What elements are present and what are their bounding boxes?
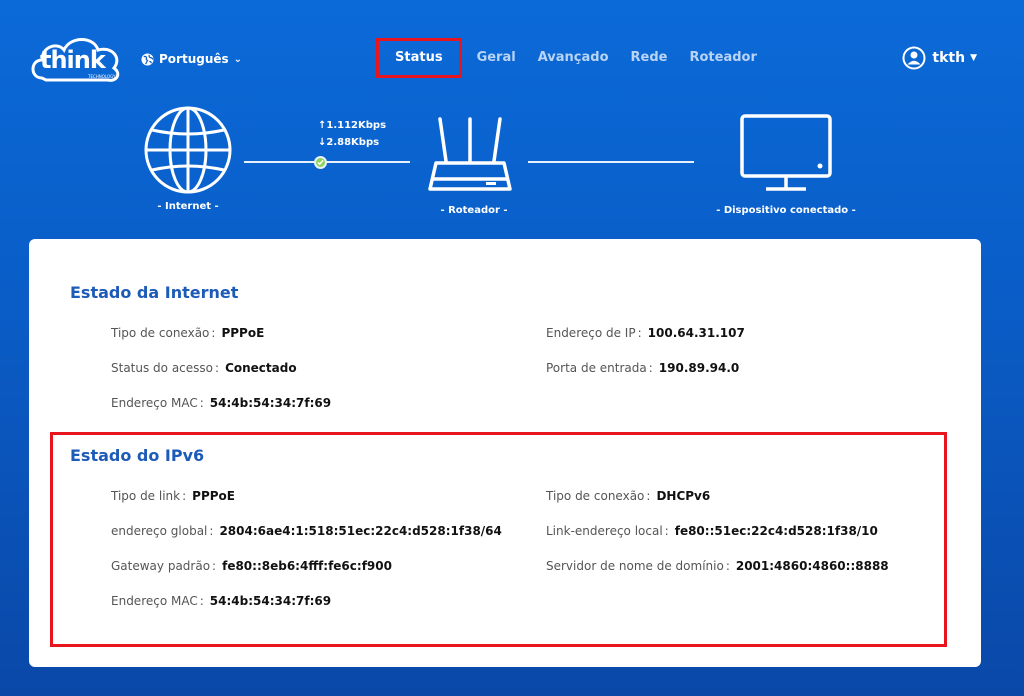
info-row: Servidor de nome de domínio: 2001:4860:4… [546,559,889,573]
info-label: Status do acesso [111,361,214,375]
internet-globe-icon[interactable] [144,106,232,194]
internet-router-link [244,161,410,163]
tab-rede[interactable]: Rede [620,38,679,78]
info-label: Tipo de conexão [546,489,645,503]
internet-status-title: Estado da Internet [70,283,239,302]
info-value: 2001:4860:4860::8888 [735,559,889,573]
caret-down-icon: ▼ [970,53,977,63]
tab-geral[interactable]: Geral [466,38,527,78]
info-label: Porta de entrada [546,361,647,375]
info-value: fe80::8eb6:4fff:fe6c:f900 [222,559,392,573]
info-label: endereço global [111,524,208,538]
info-label: Endereço MAC [111,594,198,608]
globe-icon [141,52,154,66]
info-row: Gateway padrão: fe80::8eb6:4fff:fe6c:f90… [111,559,392,573]
info-value: Conectado [225,361,297,375]
main-nav: Status Geral Avançado Rede Roteador [376,38,768,78]
info-label: Servidor de nome de domínio [546,559,724,573]
status-card: Estado da Internet Tipo de conexão: PPPo… [29,239,981,667]
device-label: - Dispositivo conectado - [716,205,856,216]
monitor-icon[interactable] [740,114,832,194]
info-value: 54:4b:54:34:7f:69 [209,594,332,608]
language-label: Português [159,52,229,66]
logo-subtext: TECHNOLOGY [88,74,116,79]
connection-ok-icon [314,156,327,169]
info-row: Status do acesso: Conectado [111,361,297,375]
user-icon [902,46,926,70]
router-device-link [528,161,694,163]
upload-speed: ↑1.112Kbps [318,120,387,131]
info-value: 2804:6ae4:1:518:51ec:22c4:d528:1f38/64 [219,524,502,538]
info-label: Endereço MAC [111,396,198,410]
info-value: 190.89.94.0 [658,361,740,375]
info-row: Tipo de conexão: DHCPv6 [546,489,711,503]
tab-status[interactable]: Status [376,38,462,78]
download-speed: ↓2.88Kbps [318,137,380,148]
info-label: Link-endereço local [546,524,663,538]
info-row: Endereço MAC: 54:4b:54:34:7f:69 [111,396,332,410]
info-row: Endereço de IP: 100.64.31.107 [546,326,745,340]
router-label: - Roteador - [440,205,508,216]
user-menu[interactable]: tkth ▼ [902,46,977,70]
info-row: Tipo de conexão: PPPoE [111,326,265,340]
info-value: PPPoE [192,489,235,503]
router-icon[interactable] [428,115,512,195]
info-label: Gateway padrão [111,559,211,573]
language-selector[interactable]: Português ⌄ [141,52,242,66]
info-label: Tipo de link [111,489,181,503]
username: tkth [932,50,966,66]
info-value: 100.64.31.107 [647,326,745,340]
info-value: fe80::51ec:22c4:d528:1f38/10 [674,524,878,538]
info-value: DHCPv6 [656,489,711,503]
internet-label: - Internet - [157,201,219,212]
info-row: Endereço MAC: 54:4b:54:34:7f:69 [111,594,332,608]
think-logo[interactable]: think TECHNOLOGY [28,28,124,88]
tab-avancado[interactable]: Avançado [527,38,620,78]
info-row: Porta de entrada: 190.89.94.0 [546,361,740,375]
chevron-down-icon: ⌄ [233,53,243,65]
info-label: Endereço de IP [546,326,636,340]
info-value: PPPoE [221,326,265,340]
info-label: Tipo de conexão [111,326,210,340]
info-value: 54:4b:54:34:7f:69 [209,396,332,410]
logo-text: think [40,46,106,74]
info-row: Link-endereço local: fe80::51ec:22c4:d52… [546,524,878,538]
tab-roteador[interactable]: Roteador [678,38,767,78]
info-row: endereço global: 2804:6ae4:1:518:51ec:22… [111,524,502,538]
ipv6-status-title: Estado do IPv6 [70,446,205,465]
info-row: Tipo de link: PPPoE [111,489,235,503]
